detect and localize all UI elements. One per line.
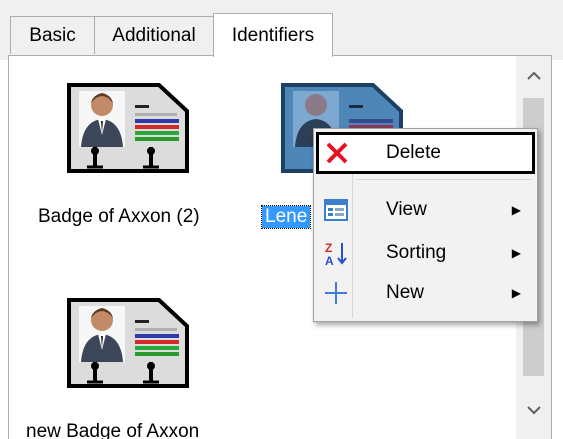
badge-icon	[65, 81, 193, 181]
scroll-down-button[interactable]	[516, 392, 551, 428]
tab-additional-label: Additional	[112, 24, 196, 46]
badge-icon	[65, 296, 193, 396]
tab-strip: Basic Additional Identifiers	[0, 0, 563, 60]
item-label-selected: Lene	[260, 205, 312, 229]
sort-az-icon: Z A	[325, 241, 347, 266]
tab-identifiers[interactable]: Identifiers	[213, 13, 333, 57]
context-menu: Delete View ▶ Z A Sorting ▶ New ▶	[313, 128, 538, 322]
submenu-arrow-icon: ▶	[511, 286, 521, 300]
item-label: Badge of Axxon (2)	[38, 206, 200, 227]
delete-x-icon	[326, 142, 348, 164]
list-item[interactable]: Badge of Axxon (2)	[33, 81, 233, 241]
plus-icon	[325, 282, 347, 304]
submenu-arrow-icon: ▶	[511, 203, 521, 217]
menu-item-label: New	[386, 282, 425, 303]
list-item[interactable]: new Badge of Axxon	[26, 296, 233, 439]
scroll-up-button[interactable]	[516, 58, 551, 94]
menu-item-label: Sorting	[386, 242, 447, 263]
view-list-icon	[324, 199, 348, 221]
chevron-up-icon	[526, 71, 541, 80]
tab-identifiers-label: Identifiers	[231, 24, 315, 46]
tab-basic-label: Basic	[29, 24, 76, 46]
chevron-down-icon	[526, 406, 541, 415]
menu-item-sorting[interactable]: Z A Sorting ▶	[316, 232, 535, 274]
tab-additional[interactable]: Additional	[94, 16, 214, 54]
svg-text:A: A	[325, 254, 334, 266]
menu-item-delete[interactable]: Delete	[316, 132, 535, 174]
menu-item-new[interactable]: New ▶	[316, 272, 535, 314]
menu-separator	[356, 179, 532, 180]
svg-text:Z: Z	[325, 241, 332, 255]
menu-item-label: Delete	[386, 142, 441, 163]
menu-item-label: View	[386, 199, 427, 220]
item-label: new Badge of Axxon	[26, 421, 200, 439]
submenu-arrow-icon: ▶	[511, 246, 521, 260]
menu-item-view[interactable]: View ▶	[316, 189, 535, 231]
tab-basic[interactable]: Basic	[10, 16, 95, 54]
